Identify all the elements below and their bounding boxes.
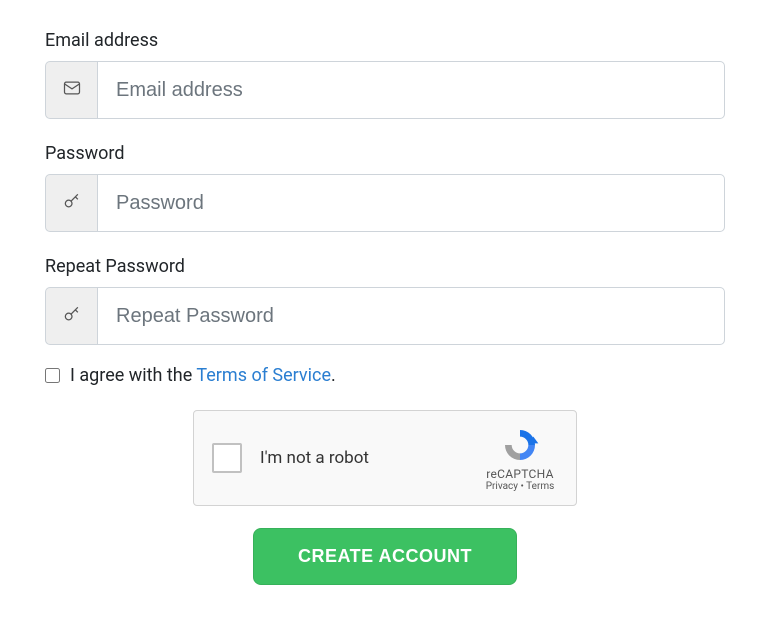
- email-input[interactable]: [97, 61, 725, 119]
- recaptcha-checkbox[interactable]: [212, 443, 242, 473]
- password-addon: [45, 174, 97, 232]
- password-input[interactable]: [97, 174, 725, 232]
- email-input-group: [45, 61, 725, 119]
- submit-row: CREATE ACCOUNT: [45, 528, 725, 585]
- recaptcha-brand-block: reCAPTCHA Privacy • Terms: [478, 425, 562, 492]
- email-addon: [45, 61, 97, 119]
- recaptcha-icon: [478, 425, 562, 465]
- repeat-password-input[interactable]: [97, 287, 725, 345]
- recaptcha-label: I'm not a robot: [260, 448, 478, 468]
- recaptcha-links: Privacy • Terms: [478, 481, 562, 492]
- recaptcha-privacy-link[interactable]: Privacy: [486, 481, 518, 492]
- agree-row: I agree with the Terms of Service.: [45, 365, 725, 386]
- recaptcha-separator: •: [518, 481, 526, 492]
- recaptcha-widget: I'm not a robot reCAPTCHA Privacy • Term…: [193, 410, 577, 506]
- agree-text-after: .: [331, 365, 336, 386]
- repeat-password-input-group: [45, 287, 725, 345]
- repeat-password-label: Repeat Password: [45, 256, 725, 277]
- mail-icon: [62, 78, 82, 102]
- key-icon: [62, 304, 82, 328]
- recaptcha-brand: reCAPTCHA: [478, 467, 562, 481]
- agree-text-before: I agree with the: [70, 365, 196, 386]
- agree-checkbox[interactable]: [45, 368, 60, 383]
- password-label: Password: [45, 143, 725, 164]
- create-account-button[interactable]: CREATE ACCOUNT: [253, 528, 517, 585]
- email-label: Email address: [45, 30, 725, 51]
- agree-text: I agree with the Terms of Service.: [70, 365, 336, 386]
- recaptcha-terms-link[interactable]: Terms: [526, 481, 554, 492]
- terms-link[interactable]: Terms of Service: [196, 365, 331, 386]
- repeat-password-addon: [45, 287, 97, 345]
- password-input-group: [45, 174, 725, 232]
- key-icon: [62, 191, 82, 215]
